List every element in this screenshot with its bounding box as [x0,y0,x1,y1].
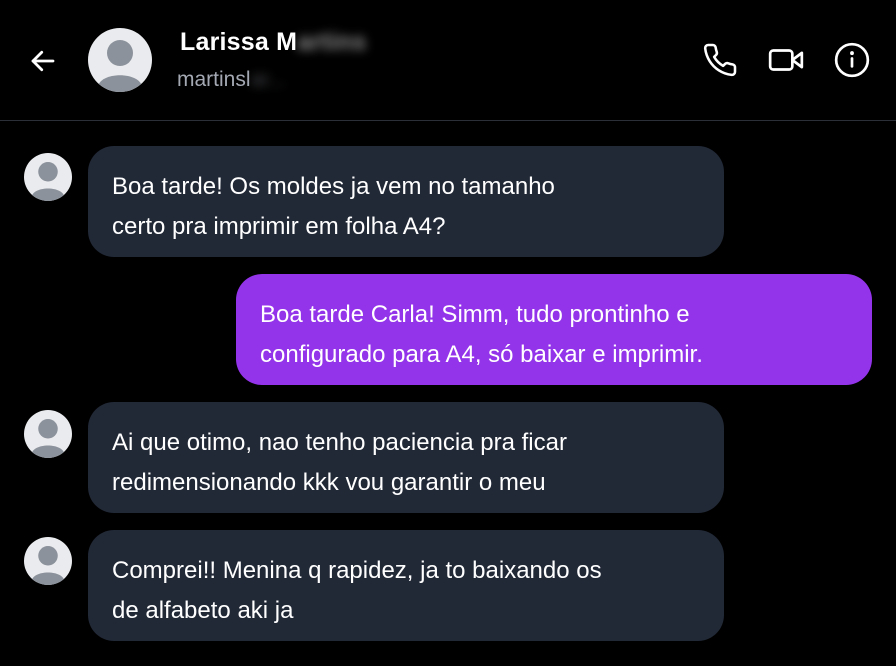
incoming-message-bubble[interactable]: Boa tarde! Os moldes ja vem no tamanho c… [88,146,724,257]
video-call-button[interactable] [766,40,806,80]
voice-call-button[interactable] [700,40,740,80]
contact-name: Larissa Martins [180,28,366,57]
message-text-line: Ai que otimo, nao tenho paciencia pra fi… [112,429,567,456]
avatar-placeholder-icon [31,419,65,458]
incoming-message-bubble[interactable]: Comprei!! Menina q rapidez, ja to baixan… [88,530,724,641]
sender-avatar[interactable] [24,410,72,458]
avatar-placeholder-icon [31,162,65,201]
info-button[interactable] [832,40,872,80]
message-text-line: Comprei!! Menina q rapidez, ja to baixan… [112,557,602,584]
contact-handle-redacted: ar... [250,68,286,91]
message-text-line: Boa tarde Carla! Simm, tudo prontinho e [260,301,690,328]
contact-name-visible: Larissa M [180,28,298,56]
chat-header: Larissa Martins martinslar... [0,0,896,121]
avatar-placeholder-icon [98,40,142,92]
arrow-left-icon [31,50,55,72]
message-text-line: Boa tarde! Os moldes ja vem no tamanho [112,173,555,200]
back-button[interactable] [26,44,60,78]
message-list: Boa tarde! Os moldes ja vem no tamanho c… [0,121,896,666]
message-text-line: certo pra imprimir em folha A4? [112,213,446,240]
avatar-placeholder-icon [31,546,65,585]
message-text-line: configurado para A4, só baixar e imprimi… [260,341,703,368]
sender-avatar[interactable] [24,537,72,585]
contact-handle-visible: martinsl [177,68,251,91]
chat-window: Larissa Martins martinslar... Boa tarde!… [0,0,896,666]
message-text-line: redimensionando kkk vou garantir o meu [112,469,546,496]
sender-avatar[interactable] [24,153,72,201]
info-icon [834,42,870,78]
incoming-message-bubble[interactable]: Ai que otimo, nao tenho paciencia pra fi… [88,402,724,513]
video-camera-icon [768,49,804,71]
contact-handle: martinslar... [177,68,286,92]
message-text-line: de alfabeto aki ja [112,597,294,624]
phone-icon [703,43,737,77]
contact-avatar[interactable] [88,28,152,92]
contact-name-redacted: artins [297,28,367,56]
header-actions [700,40,872,80]
outgoing-message-bubble[interactable]: Boa tarde Carla! Simm, tudo prontinho e … [236,274,872,385]
